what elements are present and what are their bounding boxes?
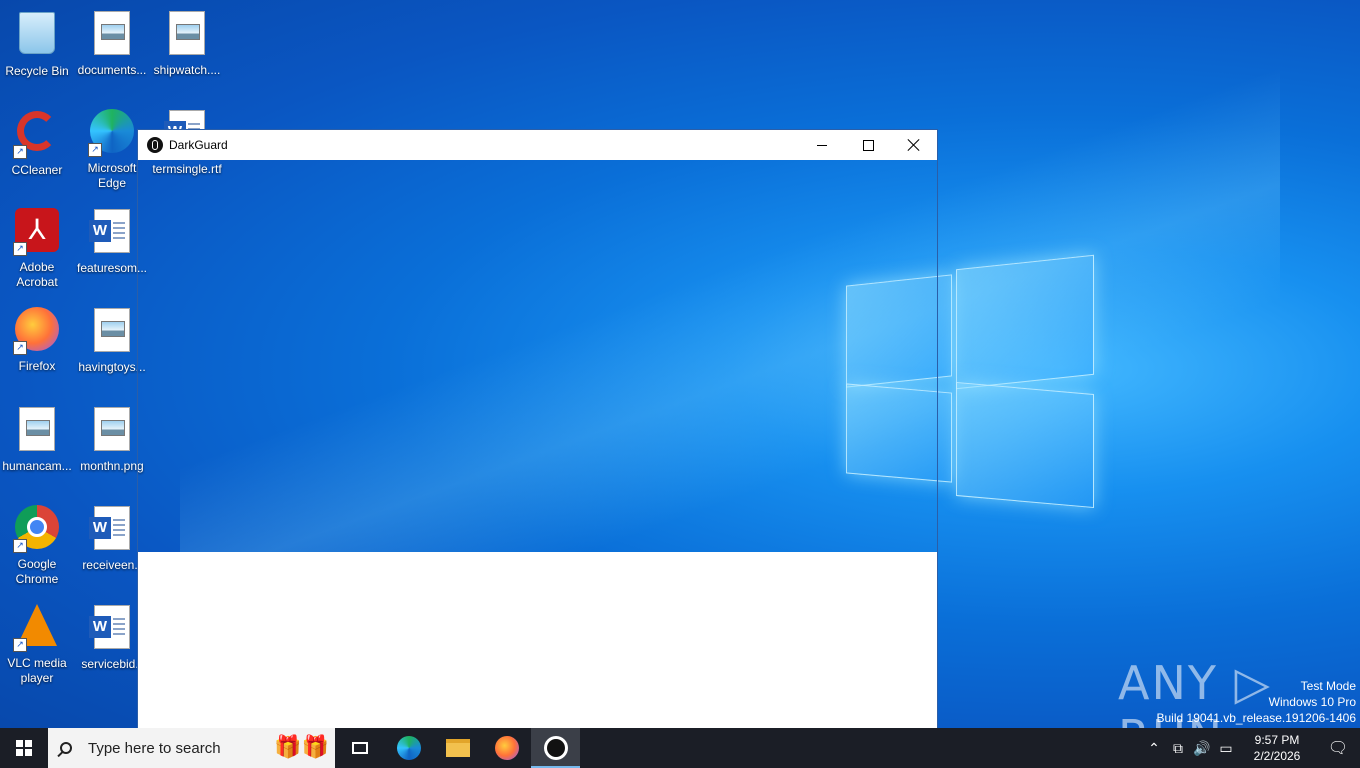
recycle-bin-icon: [13, 12, 61, 60]
chrome-icon: ↗: [13, 505, 61, 553]
windows-edition-line: Windows 10 Pro: [1268, 695, 1356, 709]
desktop-icon-label: Recycle Bin: [5, 64, 69, 78]
search-placeholder: Type here to search: [88, 739, 221, 757]
maximize-icon: [862, 139, 874, 151]
word-document-icon: W: [88, 506, 136, 554]
start-button[interactable]: [0, 728, 48, 768]
window-titlebar[interactable]: DarkGuard: [138, 130, 937, 160]
desktop-icon-label: VLC media player: [7, 656, 67, 685]
image-file-icon: [163, 11, 211, 59]
image-file-icon: [13, 407, 61, 455]
desktop-icon-label: documents...: [77, 63, 147, 77]
edge-icon: [396, 736, 421, 760]
system-tray: ⌃ ⧉ 🔊 ▭ 9:57 PM 2/2/2026 🗨: [1142, 728, 1360, 768]
desktop-icon-vlc[interactable]: ↗ VLC media player: [0, 602, 74, 686]
window-white-panel: [138, 552, 937, 728]
vlc-icon: ↗: [13, 604, 61, 652]
image-file-icon: [88, 407, 136, 455]
desktop-icon-shipwatch[interactable]: shipwatch....: [150, 8, 224, 78]
desktop-icon-label: Adobe Acrobat: [16, 260, 58, 289]
build-line: Build 19041.vb_release.191206-1406: [1156, 711, 1357, 725]
desktop-icon-label: CCleaner: [11, 163, 63, 177]
darkguard-window[interactable]: DarkGuard: [137, 129, 938, 729]
maximize-button[interactable]: [845, 130, 891, 160]
minimize-icon: [817, 144, 827, 146]
task-view-button[interactable]: [335, 728, 384, 768]
desktop-icon-label: Google Chrome: [15, 557, 59, 586]
desktop-icon-label: monthn.png: [80, 459, 144, 473]
close-button[interactable]: [891, 130, 937, 160]
desktop-icon-firefox[interactable]: ↗ Firefox: [0, 305, 74, 374]
desktop-icon-label: shipwatch....: [153, 63, 221, 77]
taskbar-firefox-button[interactable]: [482, 728, 531, 768]
desktop-icon-ccleaner[interactable]: ↗ CCleaner: [0, 107, 74, 178]
test-mode-line: Test Mode: [1300, 679, 1356, 693]
clock[interactable]: 9:57 PM 2/2/2026: [1238, 732, 1316, 764]
ccleaner-icon: ↗: [13, 111, 61, 159]
chevron-up-icon[interactable]: ⌃: [1142, 740, 1166, 757]
clock-date: 2/2/2026: [1253, 749, 1301, 763]
search-box[interactable]: Type here to search 🎁🎁: [48, 728, 335, 768]
windows-start-icon: [16, 740, 32, 756]
image-file-icon: [88, 11, 136, 59]
desktop-icon-recycle-bin[interactable]: Recycle Bin: [0, 8, 74, 79]
task-view-icon: [351, 742, 368, 754]
search-icon: [60, 742, 72, 754]
desktop-icon-label: Firefox: [18, 359, 56, 373]
taskbar-file-explorer-button[interactable]: [433, 728, 482, 768]
word-document-icon: W: [88, 605, 136, 653]
desktop-icon-documents[interactable]: documents...: [75, 8, 149, 78]
firefox-icon: ↗: [13, 307, 61, 355]
edge-icon: ↗: [88, 109, 136, 157]
image-file-icon: [88, 308, 136, 356]
desktop-icon-label: Microsoft Edge: [87, 161, 137, 190]
network-icon[interactable]: ▭: [1214, 740, 1238, 757]
clock-time: 9:57 PM: [1254, 733, 1300, 747]
window-client-area: [138, 160, 937, 552]
desktop-icon-humancam[interactable]: humancam...: [0, 404, 74, 474]
firefox-icon: [494, 736, 519, 760]
volume-icon[interactable]: 🔊: [1190, 740, 1214, 757]
gift-boxes-icon: 🎁🎁: [274, 734, 329, 759]
close-icon: [908, 139, 920, 151]
window-title: DarkGuard: [169, 138, 228, 152]
desktop-icon-label: humancam...: [2, 459, 72, 473]
taskbar-darkguard-button[interactable]: [531, 728, 580, 768]
meet-now-icon[interactable]: ⧉: [1166, 740, 1190, 757]
desktop-icon-google-chrome[interactable]: ↗ Google Chrome: [0, 503, 74, 587]
desktop-icon-label: receiveen.r: [82, 558, 142, 572]
word-document-icon: W: [88, 209, 136, 257]
desktop-icon-label: havingtoys...: [78, 360, 146, 374]
taskbar: Type here to search 🎁🎁 ⌃ ⧉ 🔊 ▭ 9:57 PM 2…: [0, 728, 1360, 768]
desktop-icon-adobe-acrobat[interactable]: ⅄ ↗ Adobe Acrobat: [0, 206, 74, 290]
notifications-icon[interactable]: 🗨: [1316, 738, 1360, 758]
minimize-button[interactable]: [799, 130, 845, 160]
darkguard-icon: [543, 736, 568, 760]
darkguard-app-icon: [147, 137, 163, 153]
desktop-icon-label: servicebid.r: [81, 657, 143, 671]
test-mode-watermark: Test Mode Windows 10 Pro Build 19041.vb_…: [1157, 678, 1357, 726]
taskbar-edge-button[interactable]: [384, 728, 433, 768]
folder-icon: [445, 739, 470, 757]
acrobat-icon: ⅄ ↗: [13, 208, 61, 256]
